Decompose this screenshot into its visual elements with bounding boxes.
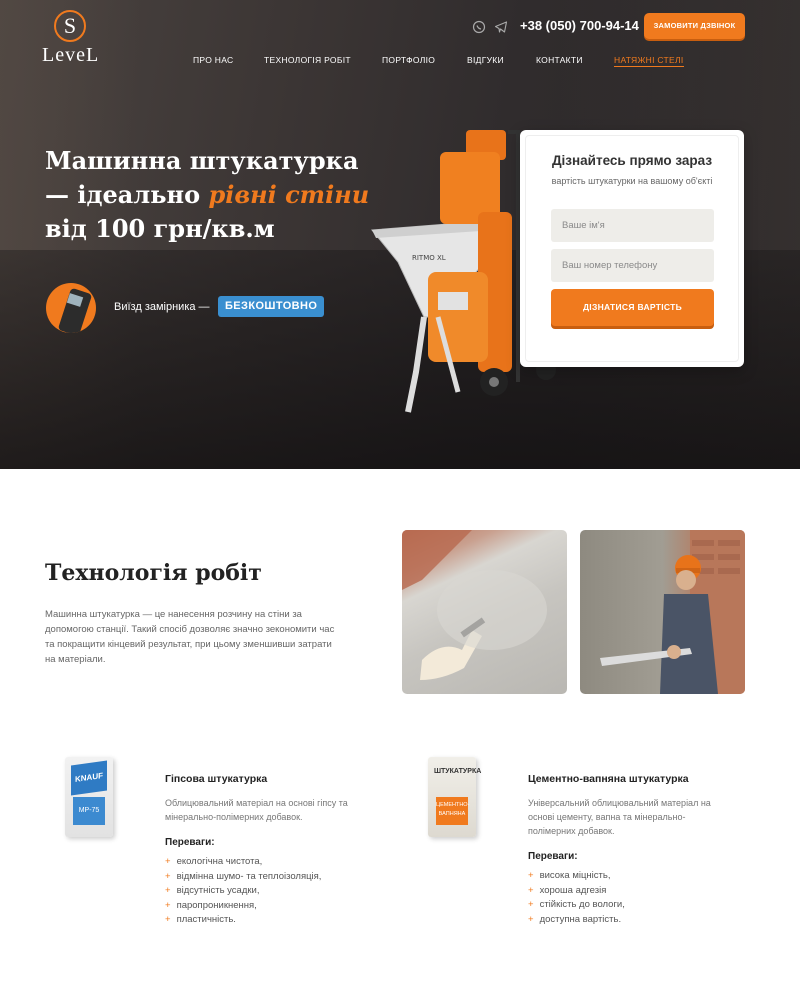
form-title: Дізнайтесь прямо зараз <box>551 153 713 168</box>
header-phone[interactable]: +38 (050) 700-94-14 <box>520 18 639 33</box>
hero-title-dash: — ідеально <box>45 180 209 209</box>
hero-title-line3: від 100 грн/кв.м <box>45 214 275 243</box>
hero-title-highlight: рівні стіни <box>208 180 370 209</box>
logo[interactable]: S LeveL <box>42 8 112 68</box>
nav-reviews[interactable]: ВІДГУКИ <box>467 55 504 65</box>
product-desc-gypsum: Облицювальний матеріал на основі гіпсу т… <box>165 798 348 822</box>
get-price-button[interactable]: ДІЗНАТИСЯ ВАРТІСТЬ <box>551 289 714 326</box>
list-item: доступна вартість. <box>528 913 625 928</box>
bag-label: MP-75 <box>73 797 105 825</box>
viber-icon[interactable] <box>472 20 486 34</box>
nav-stretch-ceilings[interactable]: НАТЯЖНІ СТЕЛІ <box>614 55 684 67</box>
tech-title: Технологія робіт <box>45 560 262 586</box>
nav-portfolio[interactable]: ПОРТФОЛІО <box>382 55 435 65</box>
product-desc-cement-lime: Універсальний облицювальний матеріал на … <box>528 798 711 836</box>
hero-title: Машинна штукатурка — ідеально рівні стін… <box>45 144 375 246</box>
product-title-cement-lime: Цементно-вапняна штукатурка <box>528 773 689 785</box>
hero-title-line1: Машинна штукатурка <box>45 146 359 175</box>
logo-circle: S <box>54 10 86 42</box>
messenger-icons <box>472 20 508 34</box>
list-item: пластичність. <box>165 913 321 928</box>
list-item: висока міцність, <box>528 869 625 884</box>
list-item: стійкість до вологи, <box>528 898 625 913</box>
list-item: відмінна шумо- та теплоізоляція, <box>165 870 322 885</box>
list-item: екологічна чистота, <box>165 855 321 870</box>
nav-technology[interactable]: ТЕХНОЛОГІЯ РОБІТ <box>264 55 351 65</box>
form-subtitle: вартість штукатурки на вашому об'єкті <box>551 176 713 186</box>
list-item: відсутність усадки, <box>165 884 321 899</box>
worker-photo <box>580 530 745 694</box>
product-title-gypsum: Гіпсова штукатурка <box>165 773 268 785</box>
gypsum-bag-image: KNAUF MP-75 <box>65 757 113 837</box>
product-advantages-gypsum: екологічна чистота, відмінна шумо- та те… <box>165 855 322 928</box>
quote-form-card: Дізнайтесь прямо зараз вартість штукатур… <box>520 130 744 367</box>
logo-word: LeveL <box>42 44 100 66</box>
nav-about[interactable]: ПРО НАС <box>193 55 233 65</box>
plaster-spray-photo <box>402 530 567 694</box>
cement-lime-bag-image: ШТУКАТУРКА ЦЕМЕНТНО-ВАПНЯНА <box>428 757 482 837</box>
hero-title-line2: — ідеально рівні стіни <box>45 178 375 212</box>
nav-contacts[interactable]: КОНТАКТИ <box>536 55 583 65</box>
hero-section: S LeveL +38 (050) 700-94-14 ЗАМОВИТИ ДЗВ… <box>0 0 800 469</box>
list-item: хороша адгезія <box>528 884 625 899</box>
bag-brand: ШТУКАТУРКА <box>434 768 482 775</box>
request-call-button[interactable]: ЗАМОВИТИ ДЗВІНОК <box>644 13 745 39</box>
bag-brand: KNAUF <box>71 760 107 796</box>
product-advantages-cement-lime: висока міцність, хороша адгезія стійкіст… <box>528 869 625 927</box>
telegram-icon[interactable] <box>494 20 508 34</box>
free-badge: БЕЗКОШТОВНО <box>218 296 325 317</box>
measurer-visit-text: Виїзд замірника — <box>114 301 210 313</box>
bag-label: ЦЕМЕНТНО-ВАПНЯНА <box>436 797 469 825</box>
product-advantages-label: Переваги: <box>528 851 578 862</box>
name-input[interactable] <box>551 209 714 242</box>
laser-measure-icon <box>46 283 96 333</box>
phone-input[interactable] <box>551 249 714 282</box>
machine-label: RITMO XL <box>412 254 446 262</box>
tech-description: Машинна штукатурка — це нанесення розчин… <box>45 609 335 665</box>
list-item: паропроникнення, <box>165 899 321 914</box>
product-advantages-label: Переваги: <box>165 837 215 848</box>
